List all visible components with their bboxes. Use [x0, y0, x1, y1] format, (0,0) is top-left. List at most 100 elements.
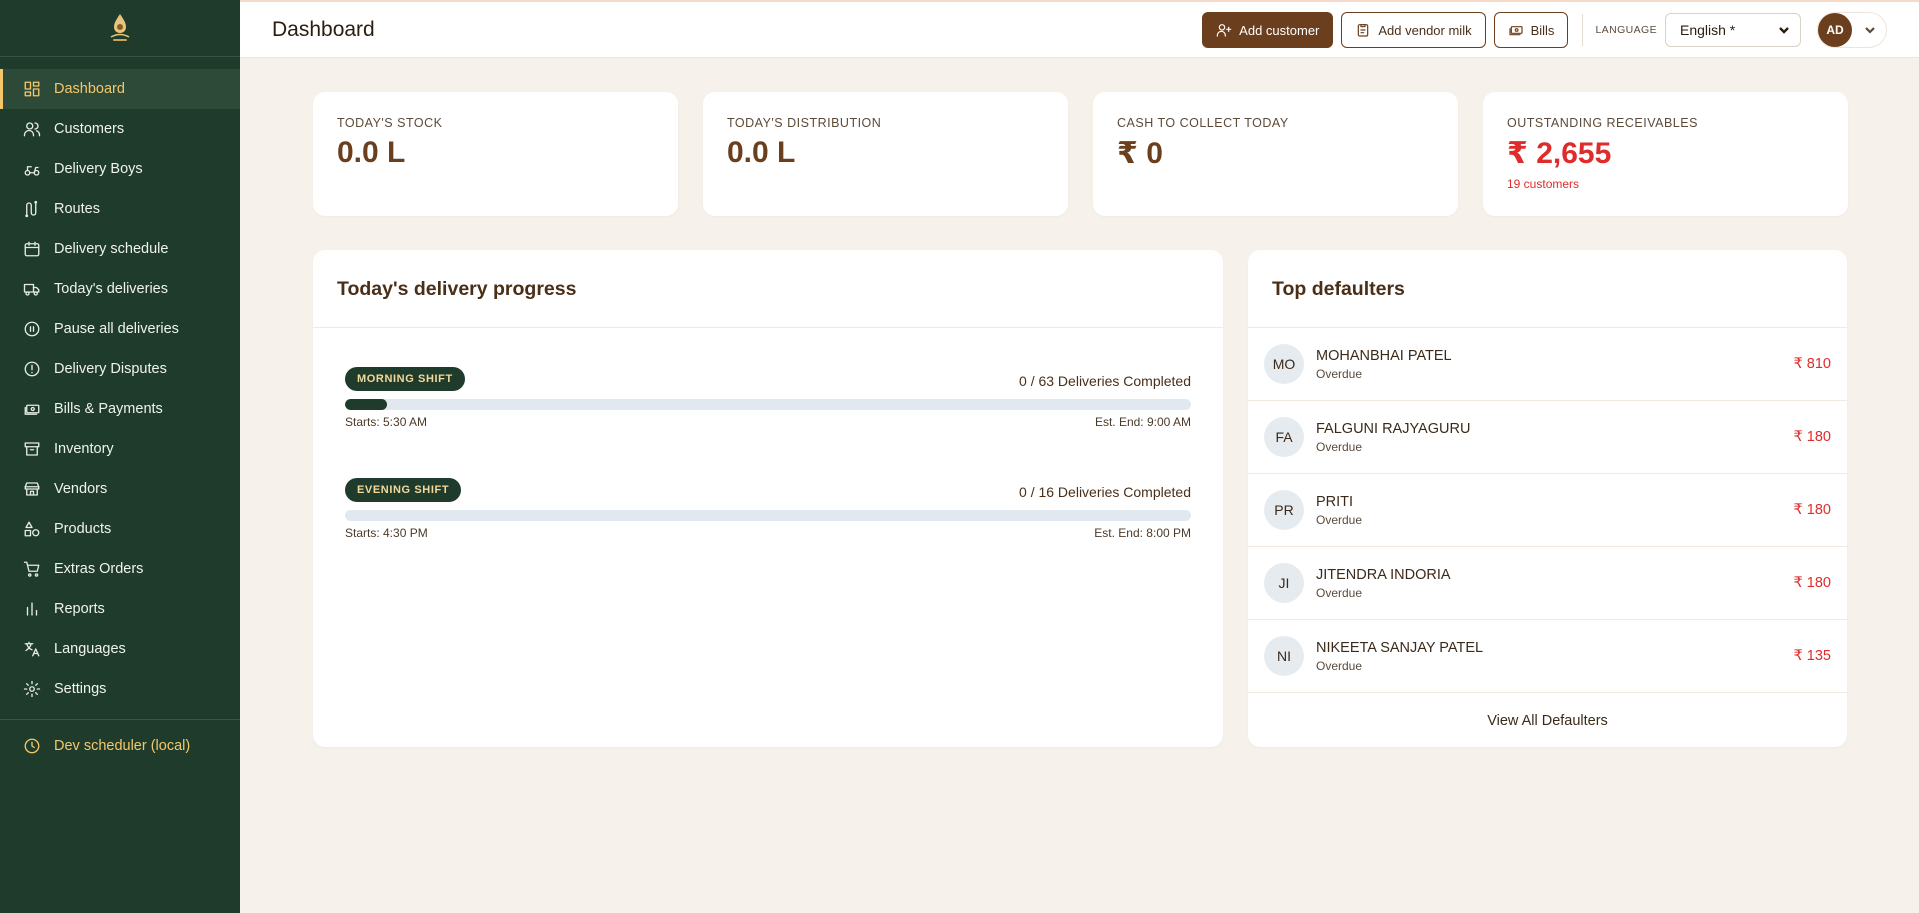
defaulter-status: Overdue — [1316, 366, 1363, 381]
bills-button[interactable]: Bills — [1493, 12, 1569, 48]
sidebar: Dashboard Customers Delivery Boys Routes… — [0, 0, 240, 913]
defaulter-info: MOHANBHAI PATEL Overdue — [1316, 348, 1452, 381]
top-header: Dashboard Add customer Add vendor milk B… — [240, 0, 1919, 58]
sidebar-item-reports[interactable]: Reports — [0, 589, 240, 629]
list-item[interactable]: JI JITENDRA INDORIA Overdue ₹ 180 — [1248, 547, 1847, 620]
add-customer-label: Add customer — [1239, 22, 1320, 38]
defaulter-info: FALGUNI RAJYAGURU Overdue — [1316, 421, 1470, 454]
defaulter-amount: ₹ 810 — [1793, 356, 1831, 372]
sidebar-item-settings[interactable]: Settings — [0, 669, 240, 709]
sidebar-item-label: Languages — [54, 641, 126, 657]
defaulter-info: JITENDRA INDORIA Overdue — [1316, 567, 1451, 600]
sidebar-item-extras-orders[interactable]: Extras Orders — [0, 549, 240, 589]
defaulter-status: Overdue — [1316, 512, 1363, 527]
defaulter-amount: ₹ 135 — [1793, 648, 1831, 664]
sidebar-item-products[interactable]: Products — [0, 509, 240, 549]
user-menu[interactable]: AD — [1817, 12, 1887, 48]
stat-card-todays-stock: TODAY'S STOCK 0.0 L — [313, 92, 678, 216]
stat-card-cash-to-collect: CASH TO COLLECT TODAY ₹ 0 — [1093, 92, 1458, 216]
sidebar-item-label: Customers — [54, 121, 125, 137]
list-item[interactable]: NI NIKEETA SANJAY PATEL Overdue ₹ 135 — [1248, 620, 1847, 693]
sidebar-item-label: Products — [54, 521, 112, 537]
defaulter-name: JITENDRA INDORIA — [1316, 566, 1451, 583]
stat-label: TODAY'S DISTRIBUTION — [727, 116, 882, 130]
panel-title: Top defaulters — [1248, 250, 1847, 328]
defaulter-name: NIKEETA SANJAY PATEL — [1316, 639, 1484, 656]
shift-count: 0 / 16 Deliveries Completed — [1019, 484, 1191, 500]
money-icon — [22, 399, 42, 419]
sidebar-item-languages[interactable]: Languages — [0, 629, 240, 669]
chevron-down-icon — [1865, 27, 1875, 34]
bar-chart-icon — [22, 599, 42, 619]
stat-value: 0.0 L — [727, 136, 796, 169]
sidebar-item-customers[interactable]: Customers — [0, 109, 240, 149]
defaulter-info: NIKEETA SANJAY PATEL Overdue — [1316, 640, 1483, 673]
panel-title: Today's delivery progress — [313, 250, 1223, 328]
sidebar-item-delivery-boys[interactable]: Delivery Boys — [0, 149, 240, 189]
sidebar-item-routes[interactable]: Routes — [0, 189, 240, 229]
chevron-down-icon — [1779, 27, 1789, 34]
store-icon — [22, 479, 42, 499]
archive-icon — [22, 439, 42, 459]
sidebar-item-pause-all-deliveries[interactable]: Pause all deliveries — [0, 309, 240, 349]
sidebar-item-dashboard[interactable]: Dashboard — [0, 69, 240, 109]
calendar-icon — [22, 239, 42, 259]
sidebar-item-label: Bills & Payments — [54, 401, 163, 417]
avatar: PR — [1264, 490, 1304, 530]
cart-icon — [22, 559, 42, 579]
stat-value: 0.0 L — [337, 136, 406, 169]
sidebar-item-label: Reports — [54, 601, 105, 617]
sidebar-item-label: Inventory — [54, 441, 114, 457]
sidebar-item-vendors[interactable]: Vendors — [0, 469, 240, 509]
clipboard-icon — [1358, 24, 1369, 37]
pause-icon — [22, 319, 42, 339]
avatar: AD — [1818, 13, 1852, 47]
shift-count: 0 / 63 Deliveries Completed — [1019, 373, 1191, 389]
add-vendor-milk-label: Add vendor milk — [1378, 22, 1472, 38]
list-item[interactable]: FA FALGUNI RAJYAGURU Overdue ₹ 180 — [1248, 401, 1847, 474]
add-vendor-milk-button[interactable]: Add vendor milk — [1341, 12, 1486, 48]
language-select[interactable]: English * — [1665, 13, 1801, 47]
sidebar-item-label: Dashboard — [54, 81, 125, 97]
sidebar-item-label: Delivery schedule — [54, 241, 169, 257]
sidebar-item-label: Pause all deliveries — [54, 321, 179, 337]
shift-end: Est. End: 9:00 AM — [1094, 415, 1191, 429]
sidebar-item-delivery-disputes[interactable]: Delivery Disputes — [0, 349, 240, 389]
sidebar-item-inventory[interactable]: Inventory — [0, 429, 240, 469]
sidebar-item-dev-scheduler[interactable]: Dev scheduler (local) — [0, 726, 240, 766]
logo-icon[interactable] — [102, 10, 138, 46]
alert-icon — [22, 359, 42, 379]
sidebar-item-todays-deliveries[interactable]: Today's deliveries — [0, 269, 240, 309]
clock-icon — [22, 736, 42, 756]
add-customer-button[interactable]: Add customer — [1202, 12, 1334, 48]
defaulter-status: Overdue — [1316, 585, 1363, 600]
sidebar-item-label: Extras Orders — [54, 561, 144, 577]
defaulter-info: PRITI Overdue — [1316, 494, 1362, 527]
avatar: FA — [1264, 417, 1304, 457]
defaulter-status: Overdue — [1316, 658, 1363, 673]
page-title: Dashboard — [272, 17, 375, 41]
avatar: MO — [1264, 344, 1304, 384]
scooter-icon — [22, 159, 42, 179]
translate-icon — [22, 639, 42, 659]
view-all-defaulters-link[interactable]: View All Defaulters — [1248, 693, 1847, 729]
sidebar-item-label: Dev scheduler (local) — [54, 738, 191, 754]
sidebar-item-delivery-schedule[interactable]: Delivery schedule — [0, 229, 240, 269]
sidebar-item-label: Delivery Disputes — [54, 361, 167, 377]
list-item[interactable]: MO MOHANBHAI PATEL Overdue ₹ 810 — [1248, 328, 1847, 401]
bills-label: Bills — [1530, 22, 1555, 38]
stat-label: TODAY'S STOCK — [337, 116, 443, 130]
money-icon — [1508, 26, 1523, 36]
language-value: English * — [1680, 22, 1736, 38]
sidebar-item-label: Settings — [54, 681, 107, 697]
header-actions: Add customer Add vendor milk Bills LANGU… — [1194, 2, 1919, 58]
logo-area — [0, 0, 240, 57]
truck-icon — [22, 279, 42, 299]
stat-label: CASH TO COLLECT TODAY — [1117, 116, 1289, 130]
sidebar-item-label: Today's deliveries — [54, 281, 168, 297]
stat-subtext[interactable]: 19 customers — [1507, 177, 1824, 191]
list-item[interactable]: PR PRITI Overdue ₹ 180 — [1248, 474, 1847, 547]
sidebar-item-bills-payments[interactable]: Bills & Payments — [0, 389, 240, 429]
sidebar-item-label: Routes — [54, 201, 100, 217]
defaulter-name: FALGUNI RAJYAGURU — [1316, 420, 1471, 437]
